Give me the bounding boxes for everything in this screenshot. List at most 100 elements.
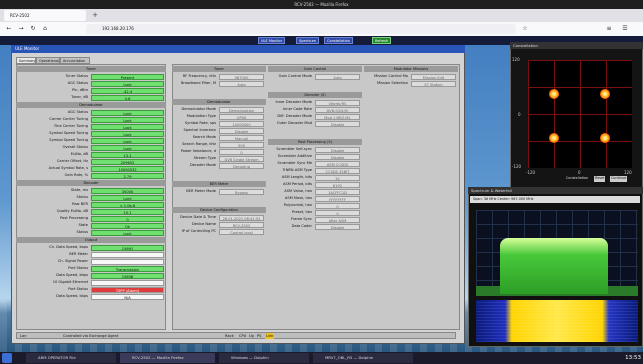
field-value[interactable]: Control local <box>219 228 264 235</box>
field-value[interactable]: Disable <box>315 120 360 127</box>
field-value[interactable]: 987000 <box>219 73 264 80</box>
library-icon[interactable]: ≡ <box>604 24 614 34</box>
continue-label: Continue <box>611 176 627 180</box>
constellation-grid <box>528 60 632 168</box>
field-row: Inner Decoder Mode Viterbi/RS <box>268 99 362 106</box>
field-value[interactable]: 8192 <box>315 181 360 188</box>
field-row: Outer Decoder Mod Disable <box>268 120 362 127</box>
field-label: Power Imbalance, d <box>180 149 216 153</box>
field-label: Overall Status <box>62 145 88 149</box>
field-value[interactable]: Bypass <box>219 188 264 195</box>
field-row: Post Processing 0 <box>16 215 166 222</box>
field-label: Modulation Type <box>186 114 216 118</box>
start-menu-icon[interactable] <box>2 353 12 363</box>
field-value[interactable]: Auto <box>315 73 360 80</box>
field-row: Es/No, dB 13.1 <box>16 151 166 158</box>
taskbar-item[interactable]: RCV-2502 — Mozilla Firefox <box>120 353 215 363</box>
field-value[interactable]: FFFFFFFF <box>315 195 360 202</box>
field-row: Polynomial, hex 0 <box>268 202 362 209</box>
new-tab-icon[interactable]: + <box>90 10 100 21</box>
field-row: 10 Gigabit Ethernet <box>16 279 166 286</box>
browser-tab-label: RCV-2502 <box>10 13 30 18</box>
constellation-button[interactable]: Constellation <box>324 37 353 44</box>
constellation-legend: Constellation <box>566 176 588 182</box>
field-value[interactable]: DVB Single Stream <box>219 155 264 162</box>
url-bar[interactable]: 192.168.20.176 <box>86 24 516 34</box>
tab-operational[interactable]: Operational <box>36 57 60 64</box>
section-header-device-config: Device Configuration <box>172 207 266 213</box>
field-row: Port Status TSPP (Alarm) <box>16 286 166 293</box>
field-row: AGC Status Lock <box>16 80 166 87</box>
tab-annunciation[interactable]: Annunciation <box>60 57 90 64</box>
status-column: Tuner Tuner Status Present AGC Status Lock Pi… <box>16 66 166 328</box>
taskbar-item[interactable]: MRV7_OBL_R5 — Dolphin <box>313 353 413 363</box>
x-tick-right: 120 <box>624 170 632 175</box>
field-value[interactable]: 1ACFFC1D <box>315 188 360 195</box>
field-value[interactable]: After ASM <box>315 216 360 223</box>
field-value[interactable]: Demodulation <box>219 106 264 113</box>
taskbar-item[interactable]: Windows — Dolphin <box>219 353 309 363</box>
field-value[interactable]: 32 <box>315 174 360 181</box>
tab-summary[interactable]: Summary <box>16 57 36 64</box>
field-label: State <box>78 223 88 227</box>
field-value[interactable]: 0 <box>315 202 360 209</box>
field-label: AGC Status <box>67 81 88 85</box>
constellation-point <box>600 133 610 143</box>
field-value[interactable]: 0 <box>219 148 264 155</box>
refresh-label: Refresh <box>375 39 389 43</box>
field-value[interactable]: ST Station <box>411 80 456 87</box>
waterfall-lines <box>476 300 638 342</box>
field-row: Device Date & Time 26.01.2021 08:41:52 <box>172 214 266 221</box>
field-value[interactable]: 26.01.2021 08:41:52 <box>219 214 264 221</box>
reload-icon[interactable]: ↻ <box>28 24 38 34</box>
field-value[interactable]: Disable <box>219 127 264 134</box>
field-row: Ch. Data Speed, kbps 15691 <box>16 244 166 251</box>
taskbar-item[interactable]: ARM OPERATOR File <box>26 353 116 363</box>
field-label: Decoder Mode <box>189 163 216 167</box>
tab-summary-label: Summary <box>19 59 36 63</box>
field-row: TrNRN ASM Type CCSDS 32BIT <box>268 167 362 174</box>
field-value[interactable]: Disable <box>315 223 360 230</box>
forward-icon[interactable]: → <box>16 24 26 34</box>
browser-tab[interactable]: RCV-2502 <box>4 10 86 21</box>
field-row: Broadband Filter, M Auto <box>172 80 266 87</box>
field-value[interactable]: CCSDS 32BIT <box>315 167 360 174</box>
field-value: Lock <box>91 80 164 87</box>
field-value[interactable]: Auto <box>219 80 264 87</box>
spectrum-button[interactable]: Spectrum <box>296 37 319 44</box>
field-value[interactable]: DVB-S3/4(S) <box>315 106 360 113</box>
reset-label: Reset <box>595 176 605 180</box>
field-value[interactable]: Mission Edit <box>411 73 456 80</box>
spectrum-toolbar-text: Span: 36 MHz Center: 987.000 MHz <box>473 197 534 201</box>
field-row: Device Name RCV-2502 <box>172 221 266 228</box>
field-row: AGC Status Lock <box>16 109 166 116</box>
field-value[interactable]: 0 <box>315 209 360 216</box>
refresh-button[interactable]: Refresh <box>372 37 392 44</box>
field-value[interactable]: Manual <box>219 134 264 141</box>
field-value[interactable]: Mod 1 NRZ-M1 <box>315 113 360 120</box>
field-value[interactable]: 500 <box>219 141 264 148</box>
ule-monitor-button[interactable]: ULE Monitor <box>258 37 286 44</box>
section-header-tuner-settings: Tuner <box>172 66 266 72</box>
field-value[interactable]: Decoding <box>219 162 264 169</box>
field-label: BER Meter <box>69 252 88 256</box>
field-value[interactable]: ASM CCSDS <box>315 160 360 167</box>
field-value[interactable]: Disable <box>315 153 360 160</box>
field-value[interactable]: Viterbi/RS <box>315 99 360 106</box>
field-row: Scrambler Self-sync Disable <box>268 146 362 153</box>
field-value[interactable]: Disable <box>315 146 360 153</box>
field-value[interactable]: QPSK <box>219 113 264 120</box>
field-label: Device Name <box>191 222 216 226</box>
spectrum-toolbar[interactable]: Span: 36 MHz Center: 987.000 MHz <box>470 196 640 203</box>
back-icon[interactable]: ← <box>4 24 14 34</box>
field-value[interactable]: RCV-2502 <box>219 221 264 228</box>
field-value: Lock <box>91 130 164 137</box>
reset-button[interactable]: Reset <box>594 176 606 182</box>
continue-button[interactable]: Continue <box>610 176 628 182</box>
home-icon[interactable]: ⌂ <box>40 24 50 34</box>
constellation-title: Constellation <box>510 42 643 49</box>
bookmark-star-icon[interactable]: ☆ <box>520 24 530 34</box>
field-value[interactable]: 10000000 <box>219 120 264 127</box>
url-text: 192.168.20.176 <box>102 26 134 31</box>
menu-icon[interactable]: ☰ <box>620 24 630 34</box>
